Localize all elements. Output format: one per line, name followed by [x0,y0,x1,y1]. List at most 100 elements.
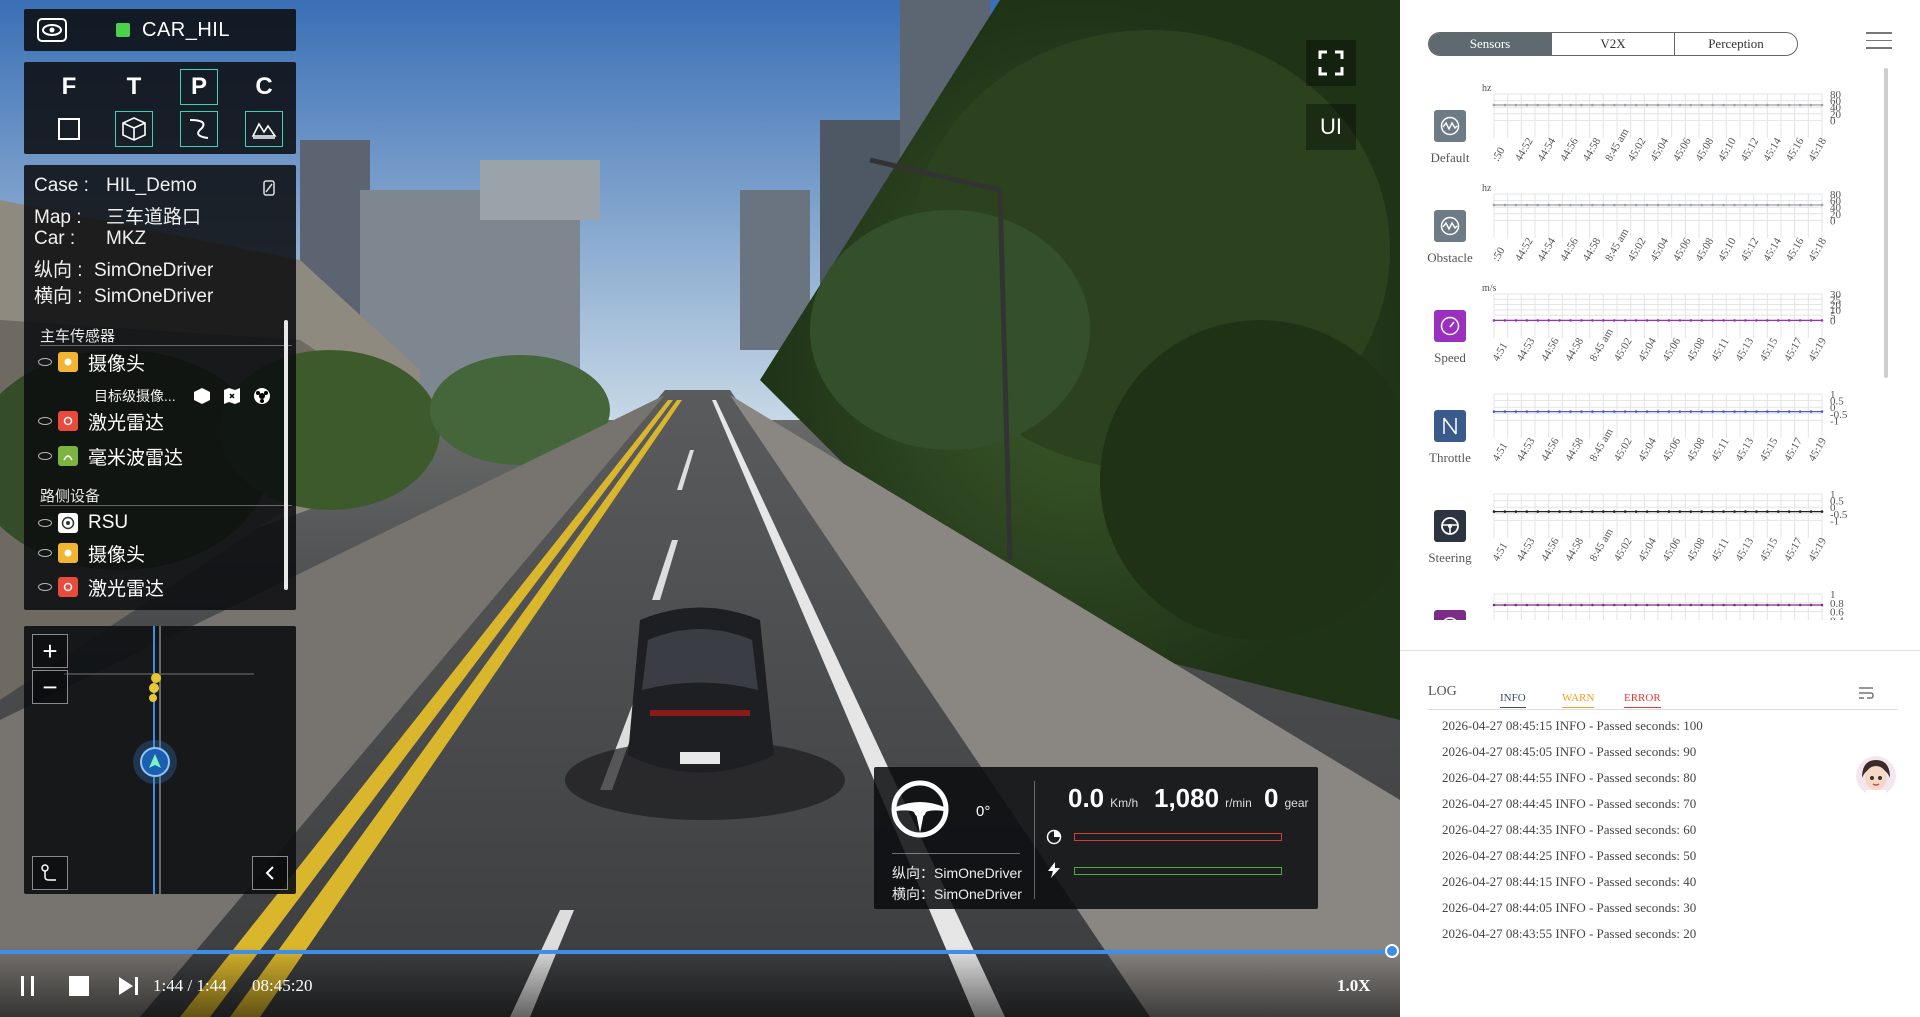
cube-icon[interactable] [115,111,153,147]
series-point [1591,319,1594,322]
visibility-icon[interactable] [38,358,52,366]
tab-perception[interactable]: Perception [1675,33,1797,55]
log-line: 2026-04-27 08:44:05 INFO - Passed second… [1442,900,1697,915]
side-tabs: Sensors V2X Perception [1428,32,1798,56]
sensor-item-lidar[interactable]: 激光雷达 [38,406,164,436]
map-info: Map : 三车道路口 [34,207,202,228]
view-mode-f[interactable]: F [50,69,88,105]
series-point [1536,410,1540,413]
sensor-chart-list[interactable]: Default 80 60 40 20 0 hz:50 44:52 44:54 44:56 44:5… [1400,80,1900,620]
square-icon[interactable] [50,111,88,147]
playback-speed[interactable]: 1.0X [1337,976,1371,996]
progress-track[interactable] [0,944,1399,958]
series-point [1623,510,1627,513]
visibility-icon[interactable] [38,549,52,557]
sensor-chart-label: Speed [1434,350,1466,365]
trajectory-icon[interactable] [180,111,218,147]
log-filter-error[interactable]: ERROR [1624,692,1661,708]
throttle-icon[interactable] [1434,410,1466,442]
series-point [1536,603,1540,607]
zoom-out-button[interactable]: − [32,670,68,704]
sensor-item-radar[interactable]: 毫米波雷达 [38,441,183,471]
series-point [1711,319,1714,322]
brake-icon[interactable] [1434,610,1466,620]
steering-wheel-icon [891,780,949,838]
series-point [1689,103,1693,107]
route-icon[interactable] [32,856,68,890]
series-point [1536,103,1540,107]
series-point [1591,203,1594,207]
log-line: 2026-04-27 08:45:15 INFO - Passed second… [1442,718,1703,733]
log-line: 2026-04-27 08:44:25 INFO - Passed second… [1442,848,1697,863]
sensor-chart-row: Obstacle 80 60 40 20 0 hz:50 44:52 44:54 44:56 44:… [1400,180,1900,280]
tab-v2x[interactable]: V2X [1552,33,1675,55]
view-mode-c[interactable]: C [245,69,283,105]
view-mode-t[interactable]: T [115,69,153,105]
x-tick-label: 45:13 [1733,535,1756,563]
playback-bar: 1:44 / 1:44 08:45:20 1.0X [0,944,1400,1017]
map-icon[interactable] [222,386,242,406]
series-point [1591,603,1594,607]
biohazard-icon[interactable] [252,386,272,406]
sensor-item-camera[interactable]: 摄像头 [38,347,145,377]
x-tick-label: 45:02 [1612,536,1635,564]
visibility-icon[interactable] [38,583,52,591]
terrain-icon[interactable] [245,111,283,147]
wave-icon[interactable] [1434,210,1466,242]
progress-handle[interactable] [1385,944,1399,958]
series-point [1623,319,1627,322]
series-point [1645,510,1649,513]
pause-button[interactable] [18,974,38,998]
visibility-icon[interactable] [38,519,52,527]
series-point [1514,603,1518,607]
visibility-icon[interactable] [38,452,52,460]
step-forward-button[interactable] [118,974,140,998]
tab-sensors[interactable]: Sensors [1429,33,1552,55]
toggle-ui-button[interactable]: UI [1306,104,1356,150]
series-point [1809,603,1813,607]
series-point [1776,103,1780,107]
minimap[interactable]: + − [24,626,296,894]
x-tick-label: 44:56 [1558,235,1581,263]
series-point [1623,410,1627,413]
fullscreen-button[interactable] [1306,40,1356,86]
collapse-minimap-button[interactable] [252,856,288,890]
log-list: 2026-04-27 08:45:15 INFO - Passed second… [1442,718,1703,952]
sensor-subitem-object-camera[interactable]: 目标级摄像... [94,386,272,406]
box-icon[interactable] [192,386,212,406]
roadside-item-camera[interactable]: 摄像头 [38,538,145,568]
log-line: 2026-04-27 08:43:55 INFO - Passed second… [1442,926,1697,941]
series-point [1766,410,1769,413]
log-filter-info[interactable]: INFO [1500,692,1526,708]
series-point [1656,319,1660,322]
log-wrap-icon[interactable] [1858,686,1874,705]
series-point [1612,603,1616,607]
view-mode-p[interactable]: P [180,69,218,105]
roadside-item-rsu[interactable]: RSU [38,508,128,538]
scene-viewport[interactable]: CAR_HIL F T P C Case :HIL_Demo Map :三车 [0,0,1400,1017]
menu-icon[interactable] [1866,32,1892,52]
series-point [1776,203,1780,207]
pin-icon[interactable] [262,179,276,202]
sensor-scrollbar[interactable] [1884,68,1888,378]
info-scrollbar[interactable] [284,320,288,590]
series-point [1678,510,1682,513]
assistant-avatar[interactable] [1856,756,1896,796]
series-point [1602,510,1605,513]
eye-icon[interactable] [34,12,70,48]
series-point [1645,603,1649,607]
x-tick-label: 45:11 [1709,436,1732,463]
visibility-icon[interactable] [38,417,52,425]
log-filter-warn[interactable]: WARN [1562,692,1595,708]
x-tick-label: 4:51 [1490,341,1510,364]
zoom-in-button[interactable]: + [32,634,68,668]
roadside-item-lidar[interactable]: 激光雷达 [38,572,164,602]
steering-icon[interactable] [1434,510,1466,542]
series-point [1755,603,1758,607]
wave-icon[interactable] [1434,110,1466,142]
series-point [1733,319,1736,322]
speedometer-icon[interactable] [1434,310,1466,342]
stop-button[interactable] [68,974,90,998]
series-point [1744,319,1747,322]
series-point [1656,203,1660,207]
